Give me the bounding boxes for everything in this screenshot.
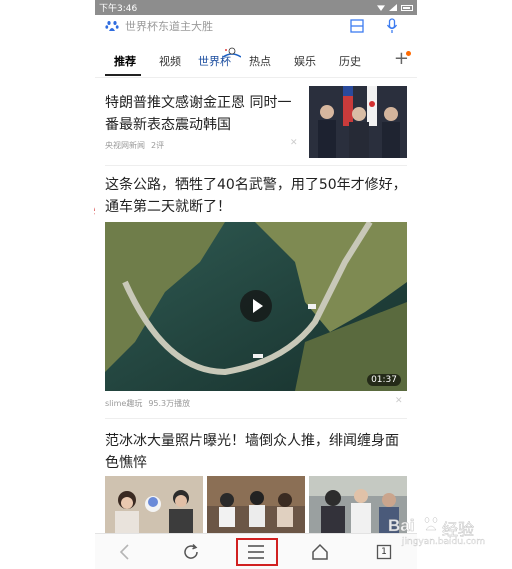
home-icon [312, 543, 328, 560]
watermark-url: jingyan.baidu.com [402, 537, 486, 547]
status-time: 下午3:46 [99, 4, 138, 14]
search-bar[interactable]: 世界杯东道主大胜 [102, 15, 410, 37]
wifi-icon [377, 5, 385, 11]
news-card[interactable]: 范冰冰大量照片曝光！墙倒众人推，绯闻缠身面色憔悴 [105, 430, 407, 474]
photo-gallery[interactable] [105, 476, 407, 533]
news-source: 央视网新闻 [105, 141, 145, 150]
gallery-photo[interactable] [207, 476, 305, 533]
news-title[interactable]: 特朗普推文感谢金正恩 同时一番最新表态震动韩国 [105, 92, 295, 136]
divider [105, 418, 407, 419]
watermark-brand: Bai [388, 516, 415, 536]
divider [105, 165, 407, 166]
news-title[interactable]: 范冰冰大量照片曝光！墙倒众人推，绯闻缠身面色憔悴 [105, 430, 407, 474]
gallery-photo[interactable] [105, 476, 203, 533]
news-thumbnail[interactable] [309, 86, 407, 158]
refresh-button[interactable] [175, 538, 207, 566]
tab-recommend[interactable]: 推荐 [114, 53, 136, 69]
active-tab-indicator [105, 74, 141, 76]
play-button[interactable] [240, 290, 272, 322]
dismiss-icon[interactable]: ✕ [395, 396, 403, 406]
status-icons [377, 4, 413, 11]
tab-entertainment[interactable]: 娱乐 [294, 53, 316, 69]
back-button[interactable] [109, 538, 141, 566]
tab-count: 1 [381, 547, 387, 557]
news-card[interactable]: 特朗普推文感谢金正恩 同时一番最新表态震动韩国 央视网新闻 2评 ✕ [105, 86, 407, 164]
baidu-watermark: Bai 经验 jingyan.baidu.com [388, 512, 508, 550]
chevron-left-icon [119, 544, 129, 560]
scan-icon[interactable] [350, 19, 364, 33]
phone-screen: 下午3:46 世界杯东道主大胜 推荐 视频 世界杯 热点 娱乐 历史 + 特朗普… [95, 0, 417, 569]
menu-highlight-box [236, 538, 278, 566]
video-meta: slime趣玩 95.3万播放 [105, 398, 190, 409]
baidu-paw-icon [105, 19, 119, 33]
video-title[interactable]: 这条公路，牺牲了40名武警，用了50年才修好，通车第二天就断了！ [105, 174, 407, 218]
home-button[interactable] [304, 538, 336, 566]
news-meta: 央视网新闻 2评 [105, 140, 164, 151]
video-duration: 01:37 [367, 374, 401, 386]
video-player[interactable]: 01:37 [105, 222, 407, 391]
play-count: 95.3万播放 [148, 399, 191, 408]
search-input[interactable]: 世界杯东道主大胜 [125, 18, 350, 34]
refresh-icon [184, 543, 198, 559]
notification-dot [406, 51, 411, 56]
battery-icon [401, 4, 413, 11]
video-card[interactable]: 这条公路，牺牲了40名武警，用了50年才修好，通车第二天就断了！ [105, 174, 407, 218]
signal-icon [389, 4, 397, 11]
status-bar: 下午3:46 [95, 0, 417, 15]
tab-video[interactable]: 视频 [159, 53, 181, 69]
dismiss-icon[interactable]: ✕ [290, 138, 298, 148]
soccer-ball-icon [223, 47, 241, 58]
comment-count: 2评 [151, 141, 165, 150]
microphone-icon[interactable] [386, 18, 398, 34]
baidu-paw-icon [424, 517, 438, 531]
bottom-navigation: 1 [95, 533, 417, 569]
channel-tabs: 推荐 视频 世界杯 热点 娱乐 历史 + [95, 45, 417, 78]
tab-history[interactable]: 历史 [339, 53, 361, 69]
tab-hot[interactable]: 热点 [249, 53, 271, 69]
video-source: slime趣玩 [105, 399, 143, 408]
